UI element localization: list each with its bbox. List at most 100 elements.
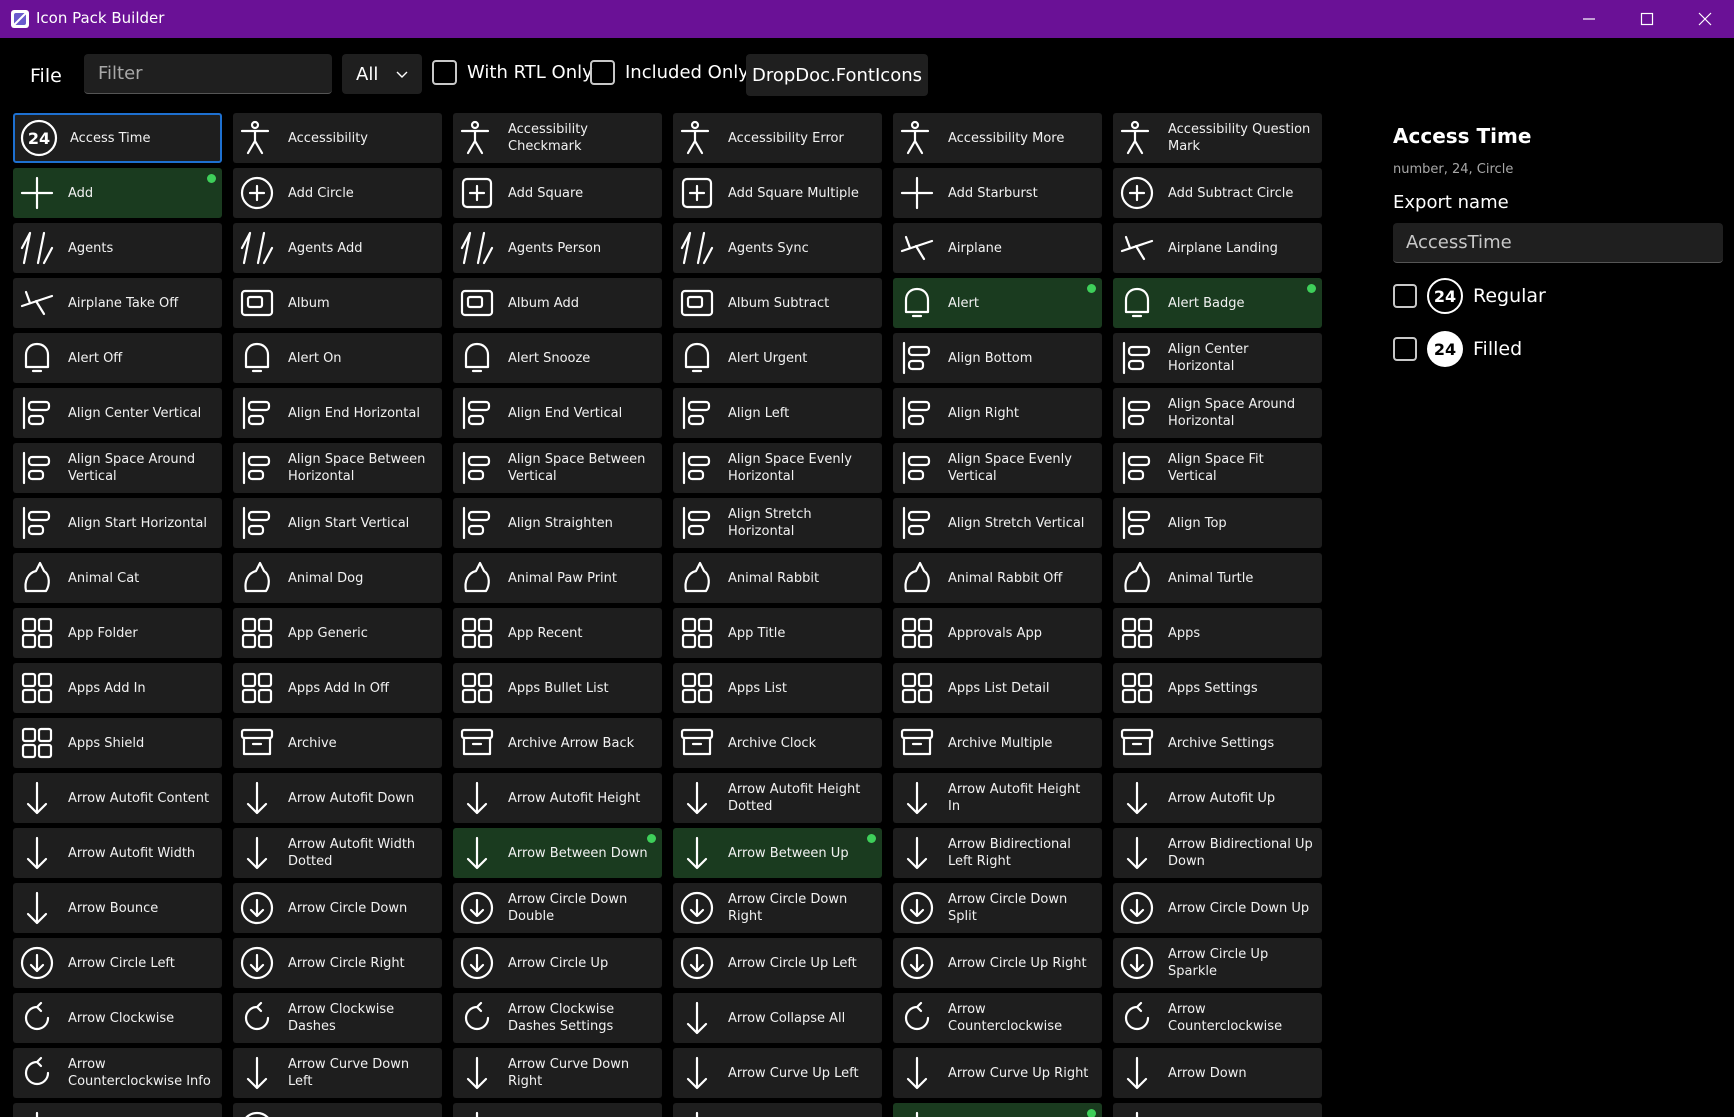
icon-cell[interactable]: Align Stretch Horizontal — [673, 498, 882, 548]
included-only-checkbox[interactable]: Included Only — [590, 60, 749, 85]
icon-cell[interactable]: Arrow Between Down — [453, 828, 662, 878]
close-button[interactable] — [1676, 0, 1734, 38]
icon-cell[interactable]: Accessibility Question Mark — [1113, 113, 1322, 163]
icon-cell[interactable]: Apps Bullet List — [453, 663, 662, 713]
icon-cell[interactable]: Accessibility More — [893, 113, 1102, 163]
icon-cell[interactable]: Arrow Autofit Width — [13, 828, 222, 878]
icon-cell[interactable]: Arrow Circle Down Split — [893, 883, 1102, 933]
icon-cell[interactable]: Album Subtract — [673, 278, 882, 328]
icon-cell[interactable]: Arrow Bidirectional Up Down — [1113, 828, 1322, 878]
icon-cell[interactable]: Alert Snooze — [453, 333, 662, 383]
icon-cell[interactable]: Archive Settings — [1113, 718, 1322, 768]
icon-cell[interactable]: Arrow Counterclockwise — [893, 993, 1102, 1043]
icon-cell[interactable]: Arrow Between Up — [673, 828, 882, 878]
pack-name-button[interactable]: DropDoc.FontIcons — [746, 54, 928, 96]
icon-cell[interactable]: Align Left — [673, 388, 882, 438]
icon-cell[interactable]: Arrow Curve Down Right — [453, 1048, 662, 1098]
maximize-button[interactable] — [1618, 0, 1676, 38]
icon-cell[interactable]: Airplane Take Off — [13, 278, 222, 328]
icon-cell[interactable]: Alert On — [233, 333, 442, 383]
icon-cell[interactable]: Alert Badge — [1113, 278, 1322, 328]
icon-cell[interactable]: Add — [13, 168, 222, 218]
variant-filled-checkbox[interactable] — [1393, 337, 1417, 361]
icon-cell[interactable]: App Folder — [13, 608, 222, 658]
icon-cell[interactable]: Arrow Bidirectional Left Right — [893, 828, 1102, 878]
icon-cell[interactable]: Arrow Collapse All — [673, 993, 882, 1043]
included-only-checkbox-box[interactable] — [590, 60, 615, 85]
icon-cell[interactable]: App Title — [673, 608, 882, 658]
icon-cell[interactable]: Apps Shield — [13, 718, 222, 768]
icon-cell[interactable]: Arrow Clockwise Dashes — [233, 993, 442, 1043]
icon-cell[interactable]: Align Start Horizontal — [13, 498, 222, 548]
icon-cell[interactable]: Arrow Curve Down Left — [233, 1048, 442, 1098]
icon-cell[interactable]: Add Circle — [233, 168, 442, 218]
icon-cell[interactable]: Arrow Down — [1113, 1048, 1322, 1098]
icon-cell[interactable]: Animal Turtle — [1113, 553, 1322, 603]
icon-cell[interactable]: Align Straighten — [453, 498, 662, 548]
icon-cell[interactable]: Arrow Circle Down Right — [673, 883, 882, 933]
icon-cell[interactable]: Align Space Between Horizontal — [233, 443, 442, 493]
icon-cell[interactable]: Alert — [893, 278, 1102, 328]
scope-select[interactable]: All — [342, 54, 422, 94]
variant-regular-checkbox[interactable] — [1393, 284, 1417, 308]
icon-cell[interactable]: 24 Access Time — [13, 113, 222, 163]
icon-cell[interactable]: Approvals App — [893, 608, 1102, 658]
icon-cell[interactable]: Arrow Circle Up Right — [893, 938, 1102, 988]
icon-cell[interactable]: Alert Urgent — [673, 333, 882, 383]
icon-cell[interactable]: Animal Dog — [233, 553, 442, 603]
variant-regular[interactable]: 24 Regular — [1393, 278, 1546, 314]
icon-cell[interactable]: Arrow Autofit Content — [13, 773, 222, 823]
icon-cell[interactable]: Align Center Horizontal — [1113, 333, 1322, 383]
icon-cell[interactable]: Arrow Clockwise Dashes Settings — [453, 993, 662, 1043]
variant-filled[interactable]: 24 Filled — [1393, 331, 1522, 367]
icon-cell[interactable]: Animal Rabbit Off — [893, 553, 1102, 603]
icon-cell[interactable]: Align Space Evenly Horizontal — [673, 443, 882, 493]
icon-cell[interactable]: Arrow Circle Up — [453, 938, 662, 988]
icon-cell[interactable]: Agents Sync — [673, 223, 882, 273]
icon-cell[interactable]: Arrow Autofit Height In — [893, 773, 1102, 823]
rtl-only-checkbox-box[interactable] — [432, 60, 457, 85]
icon-cell[interactable] — [453, 1103, 662, 1117]
icon-cell[interactable]: Align Stretch Vertical — [893, 498, 1102, 548]
icon-cell[interactable]: Arrow Counterclockwise Info — [13, 1048, 222, 1098]
icon-cell[interactable]: Arrow Circle Down Double — [453, 883, 662, 933]
icon-cell[interactable]: Apps List Detail — [893, 663, 1102, 713]
icon-cell[interactable]: Archive Arrow Back — [453, 718, 662, 768]
icon-cell[interactable] — [1113, 1103, 1322, 1117]
icon-cell[interactable]: Align Space Evenly Vertical — [893, 443, 1102, 493]
icon-cell[interactable]: Apps Add In Off — [233, 663, 442, 713]
icon-cell[interactable]: Archive — [233, 718, 442, 768]
icon-cell[interactable]: Apps Add In — [13, 663, 222, 713]
icon-cell[interactable] — [13, 1103, 222, 1117]
icon-cell[interactable]: Arrow Clockwise — [13, 993, 222, 1043]
minimize-button[interactable] — [1560, 0, 1618, 38]
icon-cell[interactable]: Arrow Autofit Up — [1113, 773, 1322, 823]
icon-cell[interactable]: Align Start Vertical — [233, 498, 442, 548]
icon-cell[interactable]: Agents — [13, 223, 222, 273]
icon-cell[interactable]: Align Space Fit Vertical — [1113, 443, 1322, 493]
icon-cell[interactable]: Align Space Between Vertical — [453, 443, 662, 493]
icon-cell[interactable]: Arrow Counterclockwise — [1113, 993, 1322, 1043]
icon-cell[interactable]: Accessibility Error — [673, 113, 882, 163]
icon-cell[interactable]: Arrow Autofit Height — [453, 773, 662, 823]
icon-cell[interactable]: Align Right — [893, 388, 1102, 438]
icon-cell[interactable]: Animal Paw Print — [453, 553, 662, 603]
icon-cell[interactable]: Align Top — [1113, 498, 1322, 548]
icon-cell[interactable]: Add Starburst — [893, 168, 1102, 218]
icon-cell[interactable]: Arrow Curve Up Right — [893, 1048, 1102, 1098]
icon-cell[interactable]: Accessibility — [233, 113, 442, 163]
icon-cell[interactable] — [233, 1103, 442, 1117]
icon-cell[interactable]: Align Bottom — [893, 333, 1102, 383]
icon-cell[interactable]: Add Square — [453, 168, 662, 218]
icon-cell[interactable]: Arrow Circle Down — [233, 883, 442, 933]
icon-cell[interactable]: Archive Multiple — [893, 718, 1102, 768]
icon-cell[interactable]: Agents Add — [233, 223, 442, 273]
icon-cell[interactable]: Arrow Circle Down Up — [1113, 883, 1322, 933]
icon-cell[interactable]: Add Square Multiple — [673, 168, 882, 218]
icon-cell[interactable]: App Generic — [233, 608, 442, 658]
file-menu[interactable]: File — [30, 65, 62, 87]
icon-cell[interactable]: Arrow Circle Up Sparkle — [1113, 938, 1322, 988]
icon-cell[interactable] — [893, 1103, 1102, 1117]
icon-cell[interactable]: Align Space Around Horizontal — [1113, 388, 1322, 438]
icon-cell[interactable]: Album Add — [453, 278, 662, 328]
